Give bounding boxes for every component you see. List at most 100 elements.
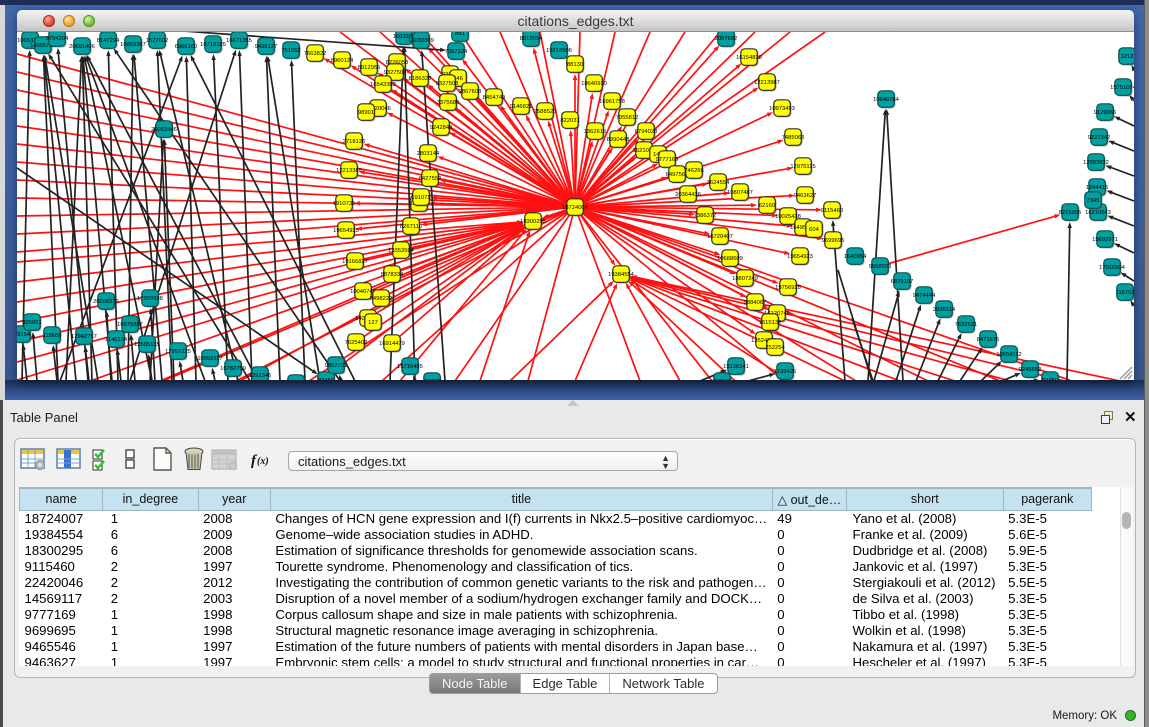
svg-text:10688609: 10688609: [717, 256, 743, 262]
svg-text:16033809: 16033809: [408, 38, 434, 44]
svg-text:835061: 835061: [22, 320, 41, 326]
svg-text:9857791: 9857791: [325, 363, 348, 369]
svg-text:19218506: 19218506: [546, 48, 572, 54]
svg-text:13353594: 13353594: [388, 248, 415, 254]
svg-text:252254: 252254: [765, 345, 785, 351]
svg-text:604: 604: [809, 227, 819, 233]
svg-text:17359938: 17359938: [137, 296, 163, 302]
svg-text:3498222: 3498222: [370, 296, 393, 302]
svg-text:2803144: 2803144: [417, 151, 440, 157]
svg-text:8147294: 8147294: [97, 38, 120, 44]
svg-text:80736: 80736: [424, 379, 440, 380]
svg-text:1615132: 1615132: [759, 320, 782, 326]
svg-text:2588520: 2588520: [534, 109, 557, 115]
svg-text:115689: 115689: [43, 333, 62, 339]
svg-text:7485063: 7485063: [782, 135, 805, 141]
svg-text:751552: 751552: [281, 48, 300, 54]
svg-text:10973493: 10973493: [769, 106, 795, 112]
svg-text:116753: 116753: [1116, 290, 1134, 296]
svg-text:9474444: 9474444: [913, 293, 936, 299]
svg-text:191073: 191073: [411, 195, 430, 201]
svg-text:1292346: 1292346: [249, 373, 272, 379]
svg-text:127: 127: [368, 320, 378, 326]
svg-text:6794028: 6794028: [635, 129, 658, 135]
svg-text:3375685: 3375685: [437, 100, 460, 106]
svg-text:15716485: 15716485: [397, 364, 423, 370]
svg-text:10853267: 10853267: [120, 42, 146, 48]
svg-text:8427552: 8427552: [419, 176, 442, 182]
svg-text:9227342: 9227342: [1088, 135, 1111, 141]
svg-text:10046746: 10046746: [350, 289, 376, 295]
svg-text:62160: 62160: [759, 203, 775, 209]
svg-text:9245652: 9245652: [1019, 367, 1042, 373]
svg-text:1244415: 1244415: [1086, 185, 1109, 191]
svg-text:15751074: 15751074: [1110, 85, 1134, 91]
svg-text:9558923: 9558923: [869, 264, 892, 270]
svg-text:18724007: 18724007: [562, 205, 588, 211]
svg-text:3624554: 3624554: [707, 180, 730, 186]
svg-text:16782759: 16782759: [220, 366, 246, 372]
svg-text:8960124: 8960124: [331, 58, 354, 64]
svg-text:16961758: 16961758: [599, 99, 625, 105]
svg-text:16154838: 16154838: [736, 55, 762, 61]
svg-text:10648784: 10648784: [873, 97, 900, 103]
svg-text:15136141: 15136141: [723, 364, 749, 370]
svg-text:9115460: 9115460: [821, 208, 843, 214]
svg-text:12975115: 12975115: [790, 164, 815, 170]
svg-text:2867608: 2867608: [459, 89, 482, 95]
svg-text:7955812: 7955812: [616, 115, 639, 121]
svg-text:1910735: 1910735: [333, 201, 356, 207]
svg-text:19654923: 19654923: [787, 254, 813, 260]
svg-text:9327508: 9327508: [436, 81, 459, 87]
svg-text:8471676: 8471676: [977, 337, 1000, 343]
svg-text:1527602: 1527602: [146, 38, 169, 44]
svg-text:2087682: 2087682: [715, 36, 738, 42]
svg-text:8186328: 8186328: [409, 76, 432, 82]
svg-text:39154: 39154: [17, 332, 31, 338]
svg-text:(x): (x): [257, 456, 269, 467]
svg-text:20206576: 20206576: [93, 299, 119, 305]
svg-text:10807487: 10807487: [727, 190, 753, 196]
svg-text:2718126: 2718126: [343, 139, 366, 145]
svg-text:12505135: 12505135: [134, 342, 160, 348]
svg-text:12942757: 12942757: [71, 334, 97, 340]
svg-text:10654112: 10654112: [996, 352, 1021, 358]
svg-text:7632621: 7632621: [955, 322, 978, 328]
svg-text:9146821: 9146821: [510, 104, 533, 110]
svg-text:92450: 92450: [1042, 378, 1058, 380]
svg-text:9463627: 9463627: [794, 193, 817, 199]
svg-text:1733426: 1733426: [774, 369, 797, 375]
svg-text:12093832: 12093832: [1083, 160, 1109, 166]
svg-text:8912955: 8912955: [358, 65, 381, 71]
svg-text:16543382: 16543382: [370, 82, 396, 88]
svg-text:20364436: 20364436: [675, 192, 701, 198]
svg-text:10719185: 10719185: [200, 42, 226, 48]
svg-text:1362615: 1362615: [584, 129, 607, 135]
svg-text:15692971: 15692971: [1092, 237, 1118, 243]
svg-text:9129966: 9129966: [1094, 110, 1117, 116]
svg-text:20053346: 20053346: [151, 127, 177, 133]
svg-text:16671355: 16671355: [226, 38, 252, 44]
svg-text:8267110: 8267110: [400, 224, 422, 230]
svg-text:12213389: 12213389: [336, 168, 362, 174]
svg-text:15720407: 15720407: [707, 234, 733, 240]
svg-text:9242848: 9242848: [430, 125, 453, 131]
svg-text:8454749: 8454749: [483, 95, 506, 101]
svg-text:19384554: 19384554: [608, 272, 635, 278]
svg-text:19654925: 19654925: [333, 228, 359, 234]
svg-text:19756928: 19756928: [775, 285, 801, 291]
svg-text:7357224: 7357224: [445, 49, 468, 55]
svg-text:8990448: 8990448: [607, 137, 630, 143]
svg-text:9884067: 9884067: [744, 300, 767, 306]
svg-text:20691406: 20691406: [69, 44, 95, 50]
svg-text:7625402: 7625402: [345, 340, 368, 346]
svg-text:82450: 82450: [318, 378, 334, 380]
svg-text:94503: 94503: [714, 379, 730, 380]
svg-text:10958117: 10958117: [197, 356, 222, 362]
svg-text:17016504: 17016504: [1099, 265, 1126, 271]
svg-text:1212: 1212: [1121, 54, 1134, 60]
svg-text:6879197: 6879197: [891, 279, 914, 285]
svg-text:1145194: 1145194: [105, 337, 128, 343]
svg-text:8878334: 8878334: [381, 272, 404, 278]
svg-text:10975887: 10975887: [117, 322, 143, 328]
